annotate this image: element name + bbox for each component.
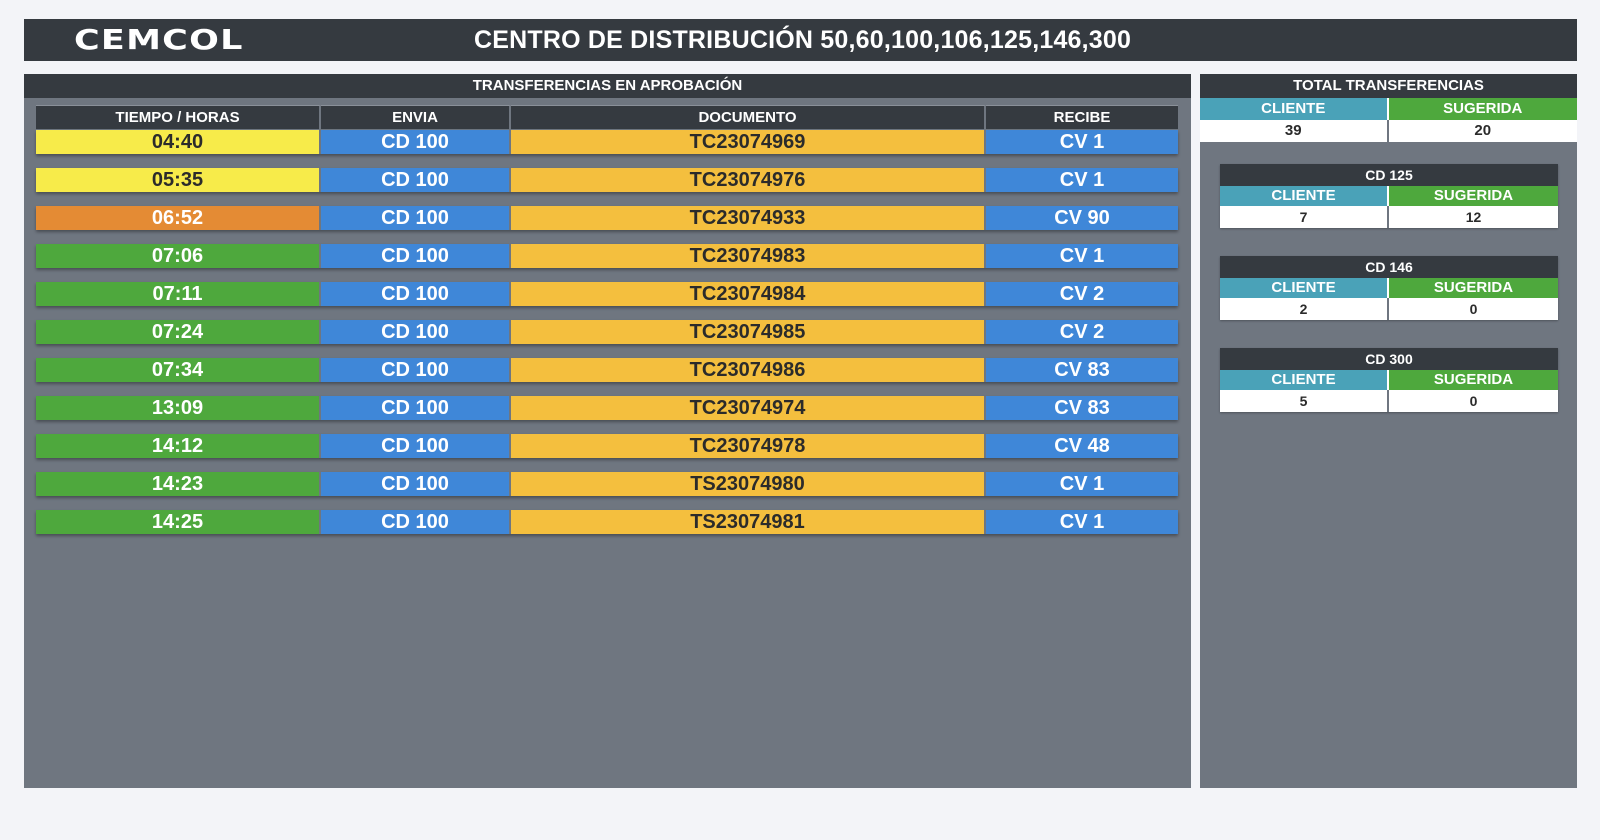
- documento-cell: TC23074985: [511, 320, 986, 344]
- column-header-documento: DOCUMENTO: [511, 105, 986, 129]
- table-row: 05:35 CD 100 TC23074976 CV 1: [36, 168, 1178, 192]
- documento-cell: TC23074986: [511, 358, 986, 382]
- column-header-recibe: RECIBE: [986, 105, 1178, 129]
- recibe-cell: CV 83: [986, 358, 1178, 382]
- envia-cell: CD 100: [321, 320, 511, 344]
- envia-cell: CD 100: [321, 168, 511, 192]
- table-row: 14:25 CD 100 TS23074981 CV 1: [36, 510, 1178, 534]
- cd-cliente-label: CLIENTE: [1220, 278, 1389, 298]
- documento-cell: TC23074974: [511, 396, 986, 420]
- envia-cell: CD 100: [321, 130, 511, 154]
- documento-cell: TC23074933: [511, 206, 986, 230]
- cd-sugerida-label: SUGERIDA: [1389, 278, 1558, 298]
- cemcol-logo: CEMCOL: [74, 23, 244, 56]
- cd-300-box: CD 300 CLIENTE SUGERIDA 5 0: [1220, 348, 1558, 412]
- column-header-tiempo: TIEMPO / HORAS: [36, 105, 321, 129]
- top-header: CEMCOL CENTRO DE DISTRIBUCIÓN 50,60,100,…: [24, 19, 1577, 61]
- time-cell: 06:52: [36, 206, 321, 230]
- recibe-cell: CV 1: [986, 130, 1178, 154]
- documento-cell: TC23074969: [511, 130, 986, 154]
- envia-cell: CD 100: [321, 358, 511, 382]
- time-cell: 07:24: [36, 320, 321, 344]
- envia-cell: CD 100: [321, 434, 511, 458]
- totals-panel: TOTAL TRANSFERENCIAS CLIENTE SUGERIDA 39…: [1200, 74, 1577, 788]
- cd-sugerida-label: SUGERIDA: [1389, 186, 1558, 206]
- total-cliente-label: CLIENTE: [1200, 98, 1389, 120]
- time-cell: 13:09: [36, 396, 321, 420]
- table-row: 13:09 CD 100 TC23074974 CV 83: [36, 396, 1178, 420]
- recibe-cell: CV 48: [986, 434, 1178, 458]
- cd-sugerida-value: 12: [1465, 209, 1482, 225]
- envia-cell: CD 100: [321, 244, 511, 268]
- transfers-panel: TRANSFERENCIAS EN APROBACIÓN TIEMPO / HO…: [24, 74, 1191, 788]
- cd-cliente-value: 5: [1220, 390, 1389, 412]
- cd-box-title: CD 125: [1220, 164, 1558, 186]
- cd-sugerida-label: SUGERIDA: [1389, 370, 1558, 390]
- cd-sugerida-value: 0: [1469, 301, 1478, 317]
- cd-sugerida-value: 0: [1469, 393, 1478, 409]
- recibe-cell: CV 1: [986, 510, 1178, 534]
- cd-125-box: CD 125 CLIENTE SUGERIDA 7 12: [1220, 164, 1558, 228]
- total-sugerida-value: 20: [1474, 122, 1492, 139]
- column-header-envia: ENVIA: [321, 105, 511, 129]
- total-transfers-box: TOTAL TRANSFERENCIAS CLIENTE SUGERIDA 39…: [1200, 74, 1577, 142]
- total-transfers-title: TOTAL TRANSFERENCIAS: [1200, 74, 1577, 98]
- recibe-cell: CV 1: [986, 244, 1178, 268]
- time-cell: 14:25: [36, 510, 321, 534]
- documento-cell: TC23074983: [511, 244, 986, 268]
- time-cell: 07:06: [36, 244, 321, 268]
- time-cell: 14:23: [36, 472, 321, 496]
- documento-cell: TC23074984: [511, 282, 986, 306]
- total-cliente-value: 39: [1200, 120, 1389, 142]
- time-cell: 05:35: [36, 168, 321, 192]
- recibe-cell: CV 2: [986, 320, 1178, 344]
- table-row: 07:11 CD 100 TC23074984 CV 2: [36, 282, 1178, 306]
- envia-cell: CD 100: [321, 472, 511, 496]
- cd-cliente-label: CLIENTE: [1220, 186, 1389, 206]
- envia-cell: CD 100: [321, 282, 511, 306]
- documento-cell: TS23074980: [511, 472, 986, 496]
- envia-cell: CD 100: [321, 206, 511, 230]
- recibe-cell: CV 90: [986, 206, 1178, 230]
- cd-cliente-value: 2: [1220, 298, 1389, 320]
- recibe-cell: CV 2: [986, 282, 1178, 306]
- cd-box-title: CD 300: [1220, 348, 1558, 370]
- table-row: 06:52 CD 100 TC23074933 CV 90: [36, 206, 1178, 230]
- total-sugerida-label: SUGERIDA: [1388, 98, 1577, 120]
- table-header: TIEMPO / HORAS ENVIA DOCUMENTO RECIBE: [36, 105, 1178, 129]
- transfers-panel-title: TRANSFERENCIAS EN APROBACIÓN: [24, 74, 1191, 98]
- envia-cell: CD 100: [321, 396, 511, 420]
- page-title: CENTRO DE DISTRIBUCIÓN 50,60,100,106,125…: [474, 26, 1132, 54]
- time-cell: 07:11: [36, 282, 321, 306]
- table-row: 14:12 CD 100 TC23074978 CV 48: [36, 434, 1178, 458]
- recibe-cell: CV 1: [986, 168, 1178, 192]
- time-cell: 07:34: [36, 358, 321, 382]
- time-cell: 04:40: [36, 130, 321, 154]
- documento-cell: TC23074978: [511, 434, 986, 458]
- transfers-table: TIEMPO / HORAS ENVIA DOCUMENTO RECIBE 04…: [36, 105, 1178, 548]
- time-cell: 14:12: [36, 434, 321, 458]
- cd-cliente-value: 7: [1220, 206, 1389, 228]
- documento-cell: TS23074981: [511, 510, 986, 534]
- table-row: 07:24 CD 100 TC23074985 CV 2: [36, 320, 1178, 344]
- table-body: 04:40 CD 100 TC23074969 CV 1 05:35 CD 100 TC23…: [36, 130, 1178, 534]
- envia-cell: CD 100: [321, 510, 511, 534]
- documento-cell: TC23074976: [511, 168, 986, 192]
- recibe-cell: CV 1: [986, 472, 1178, 496]
- table-row: 07:34 CD 100 TC23074986 CV 83: [36, 358, 1178, 382]
- table-row: 04:40 CD 100 TC23074969 CV 1: [36, 130, 1178, 154]
- cd-box-title: CD 146: [1220, 256, 1558, 278]
- table-row: 07:06 CD 100 TC23074983 CV 1: [36, 244, 1178, 268]
- table-row: 14:23 CD 100 TS23074980 CV 1: [36, 472, 1178, 496]
- cd-cliente-label: CLIENTE: [1220, 370, 1389, 390]
- cd-146-box: CD 146 CLIENTE SUGERIDA 2 0: [1220, 256, 1558, 320]
- recibe-cell: CV 83: [986, 396, 1178, 420]
